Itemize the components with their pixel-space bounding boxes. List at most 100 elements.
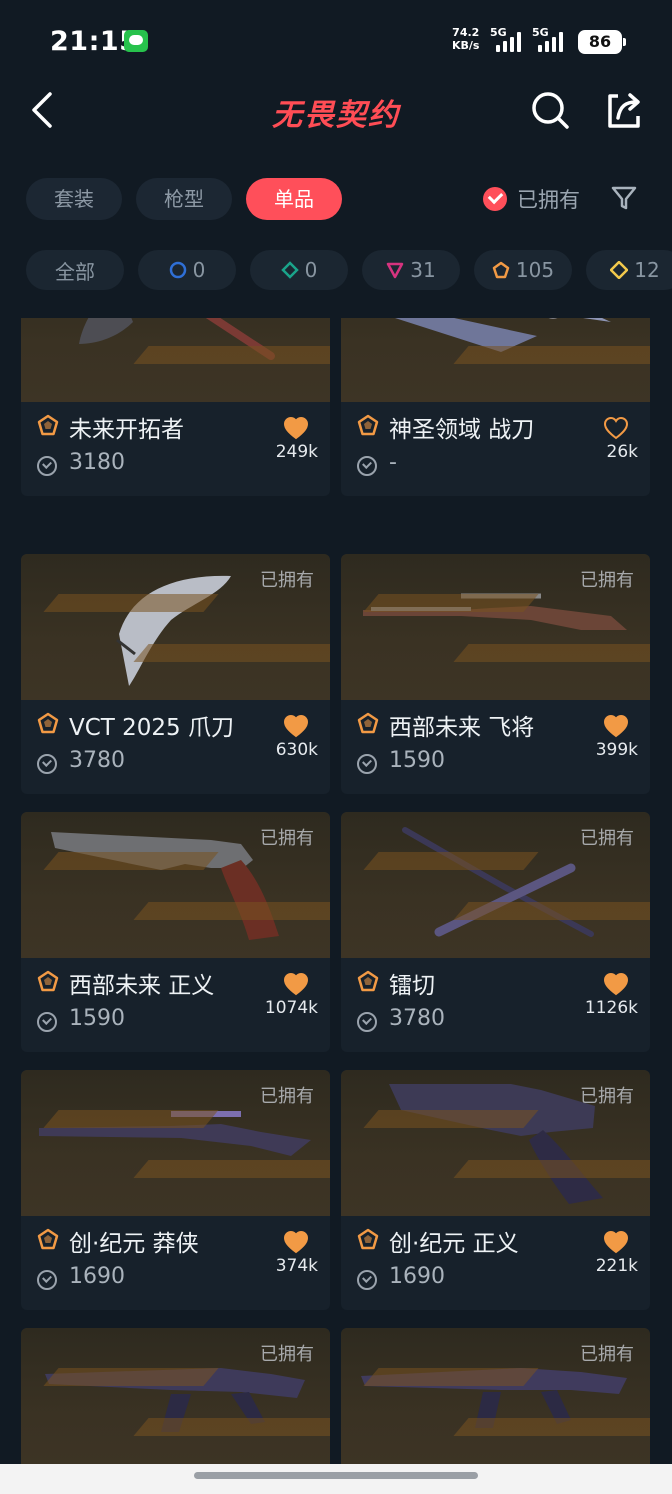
tab-bundles[interactable]: 套装 — [26, 178, 122, 220]
status-bar: 21:15 74.2 KB/s 5G 5G 86 — [0, 0, 672, 84]
home-indicator[interactable] — [194, 1472, 478, 1479]
chip-premium-count: 31 — [410, 258, 436, 282]
network-speed: 74.2 KB/s — [452, 26, 479, 52]
signal-2-bars-icon — [538, 32, 563, 52]
signal-1-bars-icon — [496, 32, 521, 52]
exclusive-tier-icon — [357, 1228, 379, 1250]
exclusive-tier-icon — [37, 1228, 59, 1250]
owned-tag: 已拥有 — [580, 828, 634, 849]
signal-1: 5G — [490, 26, 530, 52]
item-name: 创·纪元 莽侠 — [69, 1231, 199, 1257]
rarity-filter-chips: 全部 0 0 31 105 12 — [26, 250, 672, 290]
chip-all[interactable]: 全部 — [26, 250, 124, 290]
heart-icon[interactable] — [283, 714, 309, 738]
valorant-points-icon — [37, 754, 57, 774]
chip-premium-tier[interactable]: 31 — [362, 250, 460, 290]
valorant-points-icon — [357, 456, 377, 476]
item-card-5[interactable]: 已拥有 镭切 3780 1126k — [341, 812, 650, 1052]
item-name: 镭切 — [389, 973, 435, 999]
valorant-points-icon — [357, 1270, 377, 1290]
tab-items[interactable]: 单品 — [246, 178, 342, 220]
chip-exclusive-tier[interactable]: 105 — [474, 250, 572, 290]
valorant-points-icon — [37, 456, 57, 476]
item-price: 1590 — [389, 748, 445, 773]
owned-tag: 已拥有 — [260, 570, 314, 591]
heart-icon[interactable] — [283, 972, 309, 996]
owned-tag: 已拥有 — [260, 1086, 314, 1107]
owned-tag: 已拥有 — [580, 1086, 634, 1107]
item-card-2[interactable]: 已拥有 VCT 2025 爪刀 3780 630k — [21, 554, 330, 794]
item-price: 3180 — [69, 450, 125, 475]
item-image: 已拥有 — [341, 812, 650, 958]
item-price: 3780 — [389, 1006, 445, 1031]
chip-ultra-count: 12 — [634, 258, 660, 282]
item-name: 神圣领域 战刀 — [389, 417, 535, 443]
item-likes: 221k — [595, 1256, 638, 1276]
item-image: 已拥有 — [341, 1070, 650, 1216]
item-likes: 249k — [275, 442, 318, 462]
item-likes: 399k — [595, 740, 638, 760]
exclusive-tier-icon — [37, 414, 59, 436]
item-card-7[interactable]: 已拥有 创·纪元 正义 1690 221k — [341, 1070, 650, 1310]
owned-tag: 已拥有 — [580, 570, 634, 591]
valorant-points-icon — [357, 1012, 377, 1032]
item-card-1[interactable]: 已拥有 神圣领域 战刀 - 26k — [341, 318, 650, 496]
share-button[interactable] — [604, 88, 644, 132]
valorant-points-icon — [37, 1012, 57, 1032]
heart-icon[interactable] — [603, 416, 629, 440]
owned-tag: 已拥有 — [580, 1344, 634, 1365]
app-screen: 21:15 74.2 KB/s 5G 5G 86 无畏契约 套装 枪型 单品 已… — [0, 0, 672, 1494]
owned-tag: 已拥有 — [260, 828, 314, 849]
exclusive-tier-icon — [357, 712, 379, 734]
item-image: 已拥有 — [21, 1070, 330, 1216]
item-card-3[interactable]: 已拥有 西部未来 飞将 1590 399k — [341, 554, 650, 794]
app-header: 无畏契约 — [0, 84, 672, 144]
exclusive-tier-icon — [357, 414, 379, 436]
heart-icon[interactable] — [283, 1230, 309, 1254]
item-likes: 26k — [606, 442, 638, 462]
item-price: 1590 — [69, 1006, 125, 1031]
checked-icon — [483, 187, 507, 211]
chip-select-tier[interactable]: 0 — [138, 250, 236, 290]
heart-icon[interactable] — [603, 1230, 629, 1254]
item-image: 已拥有 — [341, 1328, 650, 1464]
battery-icon: 86 — [578, 30, 626, 54]
tab-weapon-types[interactable]: 枪型 — [136, 178, 232, 220]
exclusive-tier-icon — [357, 970, 379, 992]
item-card-4[interactable]: 已拥有 西部未来 正义 1590 1074k — [21, 812, 330, 1052]
chip-deluxe-tier[interactable]: 0 — [250, 250, 348, 290]
item-card-0[interactable]: 已拥有 未来开拓者 3180 249k — [21, 318, 330, 496]
item-likes: 1126k — [584, 998, 638, 1018]
filter-button[interactable] — [610, 184, 638, 212]
chip-all-label: 全部 — [55, 259, 95, 284]
search-button[interactable] — [528, 88, 572, 132]
item-image: 已拥有 — [21, 318, 330, 402]
item-likes: 1074k — [264, 998, 318, 1018]
item-price: 1690 — [389, 1264, 445, 1289]
heart-icon[interactable] — [603, 714, 629, 738]
chip-select-count: 0 — [192, 258, 206, 282]
item-name: 创·纪元 正义 — [389, 1231, 519, 1257]
item-likes: 374k — [275, 1256, 318, 1276]
item-card-6[interactable]: 已拥有 创·纪元 莽侠 1690 374k — [21, 1070, 330, 1310]
item-card-9[interactable]: 已拥有 — [341, 1328, 650, 1464]
item-card-8[interactable]: 已拥有 — [21, 1328, 330, 1464]
exclusive-tier-icon — [37, 970, 59, 992]
chip-ultra-tier[interactable]: 12 — [586, 250, 672, 290]
network-speed-unit: KB/s — [452, 39, 480, 52]
category-tabs: 套装 枪型 单品 — [26, 178, 342, 220]
owned-tag: 已拥有 — [260, 1344, 314, 1365]
valorant-points-icon — [357, 754, 377, 774]
item-image: 已拥有 — [341, 554, 650, 700]
signal-2: 5G — [532, 26, 572, 52]
owned-filter-toggle[interactable]: 已拥有 — [483, 184, 580, 214]
chip-deluxe-count: 0 — [304, 258, 318, 282]
item-likes: 630k — [275, 740, 318, 760]
item-price: 3780 — [69, 748, 125, 773]
item-grid: 已拥有 未来开拓者 3180 249k 已拥有 神圣领域 战刀 - 26k — [0, 318, 672, 1464]
deluxe-tier-icon — [280, 261, 299, 279]
heart-icon[interactable] — [283, 416, 309, 440]
heart-icon[interactable] — [603, 972, 629, 996]
item-image: 已拥有 — [21, 554, 330, 700]
exclusive-tier-icon — [37, 712, 59, 734]
